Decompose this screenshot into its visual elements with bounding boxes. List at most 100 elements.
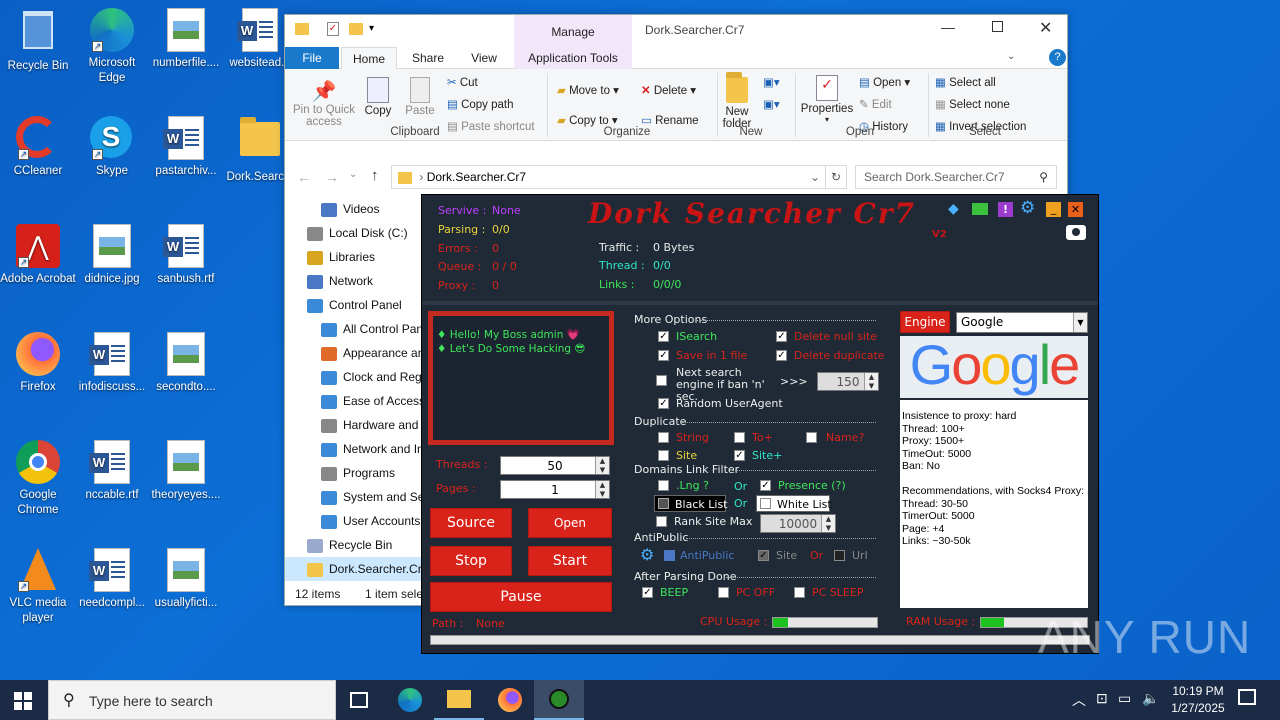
start-button[interactable]: Start xyxy=(528,546,612,576)
select-none-button[interactable]: ▦ Select none xyxy=(935,97,1010,111)
antipublic-gear-icon[interactable]: ⚙ xyxy=(640,545,654,564)
desktop-icon-file[interactable]: didnice.jpg xyxy=(74,224,150,287)
copy-path-button[interactable]: ▤ Copy path xyxy=(447,97,514,111)
new-folder-quick-icon[interactable] xyxy=(349,23,363,35)
tab-home[interactable]: Home xyxy=(341,47,397,70)
task-view-icon[interactable] xyxy=(350,692,368,708)
delete-null-site-checkbox[interactable]: ✓ xyxy=(776,331,787,342)
ap-url-checkbox[interactable] xyxy=(834,550,845,561)
desktop-icon-file[interactable]: W nccable.rtf xyxy=(74,440,150,503)
taskbar-explorer-button[interactable] xyxy=(434,680,484,720)
help-icon[interactable]: ? xyxy=(1049,49,1066,66)
site-checkbox[interactable] xyxy=(658,450,669,461)
cut-button[interactable]: ✂ Cut xyxy=(447,75,478,89)
pin-quick-access-button[interactable]: 📌 Pin to Quick access xyxy=(291,79,357,128)
lng-checkbox[interactable] xyxy=(658,480,669,491)
desktop-icon-file[interactable]: W pastarchiv... xyxy=(148,116,224,179)
open-button[interactable]: ▤ Open ▾ xyxy=(859,75,910,89)
properties-button[interactable]: ✓ Properties ▾ xyxy=(800,75,854,124)
forward-icon[interactable]: → xyxy=(325,169,339,185)
desktop-icon-file[interactable]: W infodiscuss... xyxy=(74,332,150,395)
app-minimize-button[interactable]: _ xyxy=(1046,202,1061,217)
recent-dropdown-icon[interactable]: ⌄ xyxy=(349,169,357,180)
rank-site-max-checkbox[interactable] xyxy=(656,516,667,527)
threads-spinner[interactable]: ▲ ▼ xyxy=(595,457,609,474)
beep-checkbox[interactable]: ✓ xyxy=(642,587,653,598)
taskbar-edge-icon[interactable] xyxy=(398,688,422,712)
desktop-icon-recycle-bin[interactable]: Recycle Bin xyxy=(0,8,76,74)
tab-application-tools[interactable]: Application Tools xyxy=(514,47,632,69)
customize-toolbar-icon[interactable]: ▾ xyxy=(369,23,374,34)
select-all-button[interactable]: ▦ Select all xyxy=(935,75,996,89)
pc-off-checkbox[interactable] xyxy=(718,587,729,598)
taskbar-search-input[interactable]: ⚲ Type here to search xyxy=(48,680,336,720)
save-in-1-file-checkbox[interactable]: ✓ xyxy=(658,350,669,361)
up-icon[interactable]: ↑ xyxy=(371,167,379,184)
desktop-icon-ccleaner[interactable]: ↗ CCleaner xyxy=(0,116,76,179)
start-button[interactable] xyxy=(14,692,32,710)
info-alert-icon[interactable]: ! xyxy=(998,202,1013,217)
ban-seconds-spinner[interactable]: ▲ ▼ xyxy=(864,373,878,390)
delete-button[interactable]: ✕ Delete ▾ xyxy=(641,83,696,97)
location-pin-icon[interactable]: ◆ xyxy=(948,201,959,217)
desktop-icon-edge[interactable]: ↗ Microsoft Edge xyxy=(74,8,150,86)
desktop-icon-firefox[interactable]: Firefox xyxy=(0,332,76,395)
to-plus-checkbox[interactable] xyxy=(734,432,745,443)
close-button[interactable]: ✕ xyxy=(1039,18,1052,38)
network-icon[interactable]: ▭ xyxy=(1118,690,1131,707)
ban-seconds-input[interactable]: 150 ▲ ▼ xyxy=(817,372,879,391)
device-icon[interactable]: ⊡ xyxy=(1096,690,1108,707)
refresh-icon[interactable]: ↻ xyxy=(825,165,847,189)
rank-site-max-input[interactable]: 10000 ▲ ▼ xyxy=(760,514,836,533)
tab-view[interactable]: View xyxy=(459,47,509,69)
desktop-icon-skype[interactable]: S ↗ Skype xyxy=(74,116,150,179)
next-search-engine-checkbox[interactable] xyxy=(656,375,667,386)
desktop-icon-file[interactable]: usuallyficti... xyxy=(148,548,224,611)
presence-checkbox[interactable]: ✓ xyxy=(760,480,771,491)
pages-spinner[interactable]: ▲ ▼ xyxy=(595,481,609,498)
search-input[interactable]: Search Dork.Searcher.Cr7 ⚲ xyxy=(855,165,1057,189)
white-list-option[interactable]: White List xyxy=(756,495,832,512)
tab-file[interactable]: File xyxy=(285,47,339,69)
desktop-icon-file[interactable]: secondto.... xyxy=(148,332,224,395)
desktop-icon-file[interactable]: W needcompl... xyxy=(74,548,150,611)
address-dropdown-icon[interactable]: ⌄ xyxy=(810,166,820,188)
screenshot-camera-icon[interactable] xyxy=(1066,225,1086,240)
desktop-icon-file[interactable]: W sanbush.rtf xyxy=(148,224,224,287)
settings-gear-icon[interactable]: ⚙ xyxy=(1020,198,1035,218)
engine-select[interactable]: Google ▼ xyxy=(956,312,1088,333)
rank-spinner[interactable]: ▲ ▼ xyxy=(821,515,835,532)
taskbar-firefox-icon[interactable] xyxy=(498,688,522,712)
address-bar[interactable]: › Dork.Searcher.Cr7 ⌄ xyxy=(391,165,827,189)
minimize-button[interactable]: — xyxy=(941,19,955,35)
source-button[interactable]: Source xyxy=(430,508,512,538)
tab-share[interactable]: Share xyxy=(403,47,453,69)
clock-time[interactable]: 10:19 PM xyxy=(1168,684,1228,698)
desktop-icon-file[interactable]: theoryeyes.... xyxy=(148,440,224,503)
pages-input[interactable]: 1 ▲ ▼ xyxy=(500,480,610,499)
black-list-option[interactable]: Black List xyxy=(654,495,728,512)
move-to-button[interactable]: ▰ Move to ▾ xyxy=(557,83,619,97)
maximize-button[interactable] xyxy=(992,21,1003,32)
white-list-checkbox[interactable] xyxy=(760,498,771,509)
desktop-icon-vlc[interactable]: ↗ VLC media player xyxy=(0,548,76,626)
antipublic-checkbox[interactable] xyxy=(664,550,675,561)
properties-quick-icon[interactable]: ✓ xyxy=(327,22,339,36)
black-list-checkbox[interactable] xyxy=(658,498,669,509)
rename-button[interactable]: ▭ Rename xyxy=(641,113,699,127)
isearch-checkbox[interactable]: ✓ xyxy=(658,331,669,342)
random-useragent-checkbox[interactable]: ✓ xyxy=(658,398,669,409)
show-hidden-icons[interactable]: ︿ xyxy=(1072,690,1086,710)
folder-icon[interactable] xyxy=(972,203,988,215)
ap-site-checkbox[interactable]: ✓ xyxy=(758,550,769,561)
collapse-ribbon-icon[interactable]: ⌄ xyxy=(1007,51,1015,62)
taskbar-dork-searcher-button[interactable] xyxy=(534,680,584,720)
stop-button[interactable]: Stop xyxy=(430,546,512,576)
clock-date[interactable]: 1/27/2025 xyxy=(1164,701,1232,715)
desktop-icon-chrome[interactable]: Google Chrome xyxy=(0,440,76,518)
pause-button[interactable]: Pause xyxy=(430,582,612,612)
edit-button[interactable]: ✎ Edit xyxy=(859,97,892,111)
name-checkbox[interactable] xyxy=(806,432,817,443)
notifications-icon[interactable] xyxy=(1238,689,1256,705)
engine-button[interactable]: Engine xyxy=(900,311,950,333)
